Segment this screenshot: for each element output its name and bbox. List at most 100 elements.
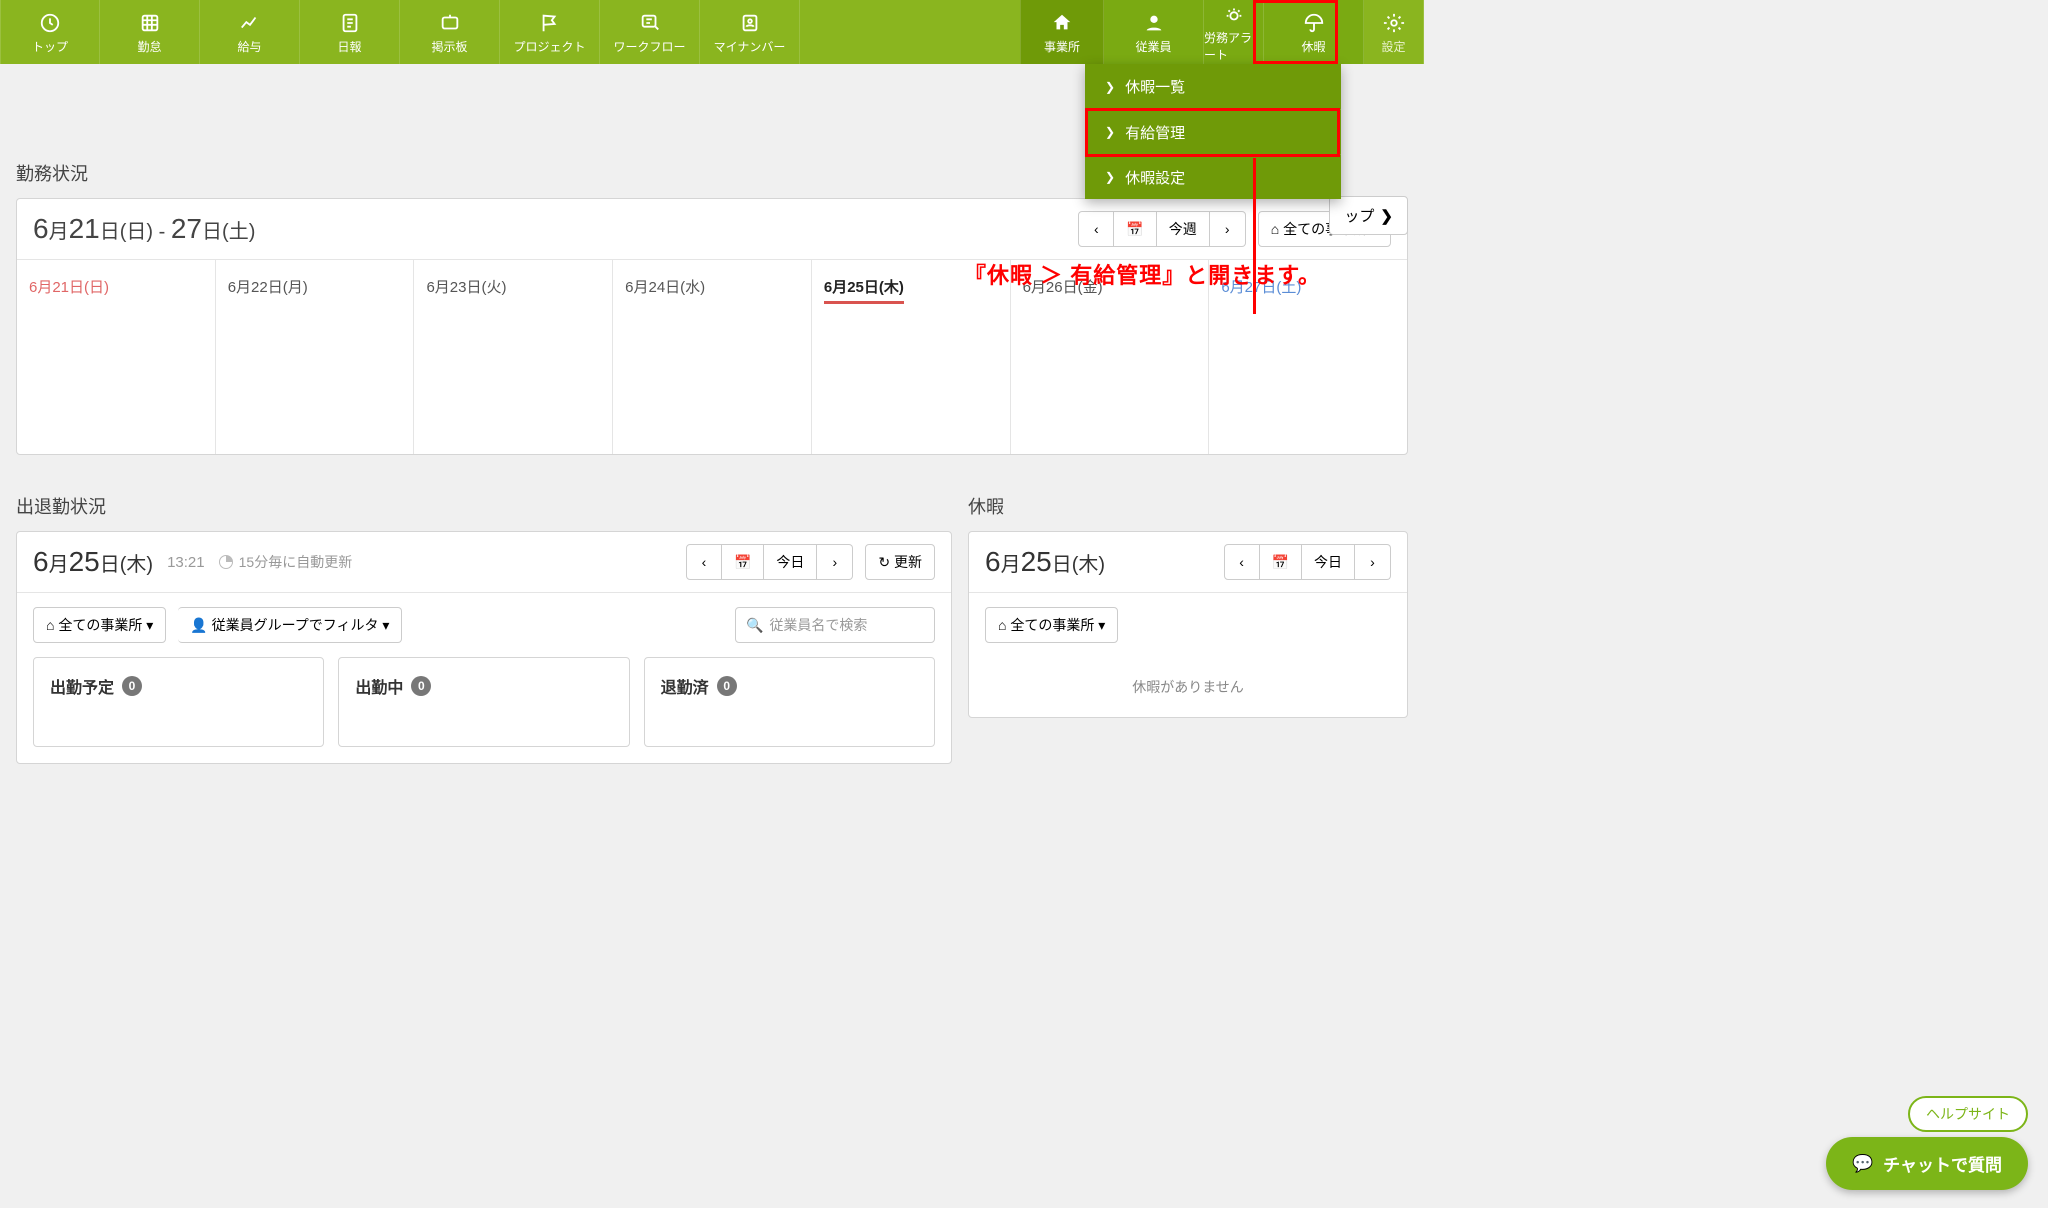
att-update-button[interactable]: ↻ 更新 bbox=[865, 544, 935, 580]
chevron-right-icon: ❯ bbox=[1105, 125, 1115, 139]
attendance-time: 13:21 bbox=[167, 554, 205, 571]
this-week-button[interactable]: 今週 bbox=[1157, 211, 1210, 247]
nav-label: マイナンバー bbox=[714, 38, 786, 55]
day-label: 6月24日(水) bbox=[625, 279, 705, 296]
auto-refresh-label: 15分毎に自動更新 bbox=[219, 552, 353, 572]
count-badge: 0 bbox=[122, 676, 142, 696]
attendance-card: 退勤済 0 bbox=[644, 657, 935, 747]
nav-mynumber[interactable]: マイナンバー bbox=[700, 0, 800, 64]
chat-button[interactable]: 💬 チャットで質問 bbox=[1826, 1137, 2028, 1190]
dropdown-item-2[interactable]: ❯休暇設定 bbox=[1085, 154, 1341, 199]
nav-label: 休暇 bbox=[1301, 38, 1325, 55]
att-next-button[interactable]: › bbox=[817, 544, 853, 580]
attendance-panel: 6月25日(木) 13:21 15分毎に自動更新 ‹ 📅 今日 › bbox=[16, 531, 952, 764]
day-cell[interactable]: 6月21日(日) bbox=[17, 260, 216, 454]
att-group-filter[interactable]: 👤 従業員グループでフィルタ ▾ bbox=[178, 607, 402, 643]
vac-calendar-button[interactable]: 📅 bbox=[1260, 544, 1302, 580]
att-today-button[interactable]: 今日 bbox=[764, 544, 817, 580]
search-icon: 🔍 bbox=[746, 617, 763, 634]
nav-label: 勤怠 bbox=[137, 38, 161, 55]
employee-search-input[interactable]: 🔍 従業員名で検索 bbox=[735, 607, 935, 643]
vac-office-select[interactable]: ⌂ 全ての事業所 ▾ bbox=[985, 607, 1118, 643]
day-cell[interactable]: 6月24日(水) bbox=[613, 260, 812, 454]
wf-icon bbox=[639, 10, 661, 36]
grid-icon bbox=[139, 10, 161, 36]
home-icon: ⌂ bbox=[1271, 221, 1279, 237]
day-label: 6月21日(日) bbox=[29, 279, 109, 296]
att-office-select[interactable]: ⌂ 全ての事業所 ▾ bbox=[33, 607, 166, 643]
day-cell[interactable]: 6月22日(月) bbox=[216, 260, 415, 454]
day-label: 6月22日(月) bbox=[228, 279, 308, 296]
nav-label: 掲示板 bbox=[431, 38, 467, 55]
next-week-button[interactable]: › bbox=[1210, 211, 1246, 247]
nav-alert[interactable]: 労務アラート bbox=[1204, 0, 1264, 64]
home-icon bbox=[1051, 10, 1073, 36]
alert-icon bbox=[1223, 1, 1245, 27]
vac-today-button[interactable]: 今日 bbox=[1302, 544, 1355, 580]
nav-label: プロジェクト bbox=[513, 38, 585, 55]
person-icon bbox=[739, 10, 761, 36]
day-label: 6月23日(火) bbox=[426, 279, 506, 296]
nav-label: 給与 bbox=[237, 38, 261, 55]
home-icon: ⌂ bbox=[998, 617, 1006, 633]
nav-top[interactable]: トップ bbox=[0, 0, 100, 64]
top-button-partial[interactable]: ップ ❯ bbox=[1329, 196, 1408, 235]
nav-workflow[interactable]: ワークフロー bbox=[600, 0, 700, 64]
dropdown-item-0[interactable]: ❯休暇一覧 bbox=[1085, 64, 1341, 109]
nav-label: 労務アラート bbox=[1204, 29, 1263, 63]
nav-employee[interactable]: 従業員 bbox=[1104, 0, 1204, 64]
nav-vacation[interactable]: 休暇 bbox=[1264, 0, 1364, 64]
chevron-right-icon: ❯ bbox=[1380, 207, 1393, 225]
board-icon bbox=[439, 10, 461, 36]
nav-label: 事業所 bbox=[1044, 38, 1080, 55]
nav-kintai[interactable]: 勤怠 bbox=[100, 0, 200, 64]
day-cell[interactable]: 6月23日(火) bbox=[414, 260, 613, 454]
clock-icon bbox=[39, 10, 61, 36]
gear-icon bbox=[1383, 10, 1405, 36]
nav-keiji[interactable]: 掲示板 bbox=[400, 0, 500, 64]
nav-label: ワークフロー bbox=[613, 38, 685, 55]
nav-label: 設定 bbox=[1381, 38, 1405, 55]
nav-settings[interactable]: 設定 bbox=[1364, 0, 1424, 64]
day-label: 6月25日(木) bbox=[824, 276, 904, 304]
pie-icon bbox=[219, 555, 233, 569]
flag-icon bbox=[539, 10, 561, 36]
nav-label: 日報 bbox=[337, 38, 361, 55]
nav-project[interactable]: プロジェクト bbox=[500, 0, 600, 64]
nav-nippo[interactable]: 日報 bbox=[300, 0, 400, 64]
vacation-panel-title: 休暇 bbox=[968, 493, 1408, 519]
nav-label: トップ bbox=[32, 38, 68, 55]
vac-prev-button[interactable]: ‹ bbox=[1224, 544, 1260, 580]
chat-icon: 💬 bbox=[1852, 1154, 1873, 1174]
nav-kyuyo[interactable]: 給与 bbox=[200, 0, 300, 64]
calendar-button[interactable]: 📅 bbox=[1114, 211, 1156, 247]
chevron-right-icon: ❯ bbox=[1105, 170, 1115, 184]
prev-week-button[interactable]: ‹ bbox=[1078, 211, 1114, 247]
att-prev-button[interactable]: ‹ bbox=[686, 544, 722, 580]
attendance-card: 出勤予定 0 bbox=[33, 657, 324, 747]
top-button-label: ップ bbox=[1344, 205, 1374, 226]
count-badge: 0 bbox=[717, 676, 737, 696]
home-icon: ⌂ bbox=[46, 617, 54, 633]
att-calendar-button[interactable]: 📅 bbox=[722, 544, 764, 580]
highlight-connector-line bbox=[1253, 158, 1256, 314]
vac-next-button[interactable]: › bbox=[1355, 544, 1391, 580]
vacation-dropdown: ❯休暇一覧❯有給管理❯休暇設定 bbox=[1085, 64, 1341, 199]
date-range: 6月21日(日) - 27日(土) bbox=[33, 213, 255, 245]
count-badge: 0 bbox=[411, 676, 431, 696]
chart-icon bbox=[239, 10, 261, 36]
card-title: 出勤予定 0 bbox=[50, 674, 307, 698]
card-title: 出勤中 0 bbox=[355, 674, 612, 698]
vacation-panel: 6月25日(木) ‹ 📅 今日 › ⌂ 全ての事業所 ▾ 休暇がありません bbox=[968, 531, 1408, 718]
annotation-text: 『休暇 ＞ 有給管理』と開きます。 bbox=[964, 258, 1321, 290]
card-title: 退勤済 0 bbox=[661, 674, 918, 698]
refresh-icon: ↻ bbox=[878, 554, 890, 571]
attendance-date: 6月25日(木) bbox=[33, 546, 153, 578]
umbrella-icon bbox=[1303, 10, 1325, 36]
chevron-right-icon: ❯ bbox=[1105, 80, 1115, 94]
dropdown-item-1[interactable]: ❯有給管理 bbox=[1085, 109, 1341, 154]
nav-office[interactable]: 事業所 bbox=[1020, 0, 1104, 64]
help-button[interactable]: ヘルプサイト bbox=[1908, 1096, 2028, 1132]
no-vacation-text: 休暇がありません bbox=[969, 657, 1407, 717]
week-panel: 6月21日(日) - 27日(土) ‹ 📅 今週 › ⌂ 全ての事業所 ▾ 6月… bbox=[16, 198, 1408, 455]
